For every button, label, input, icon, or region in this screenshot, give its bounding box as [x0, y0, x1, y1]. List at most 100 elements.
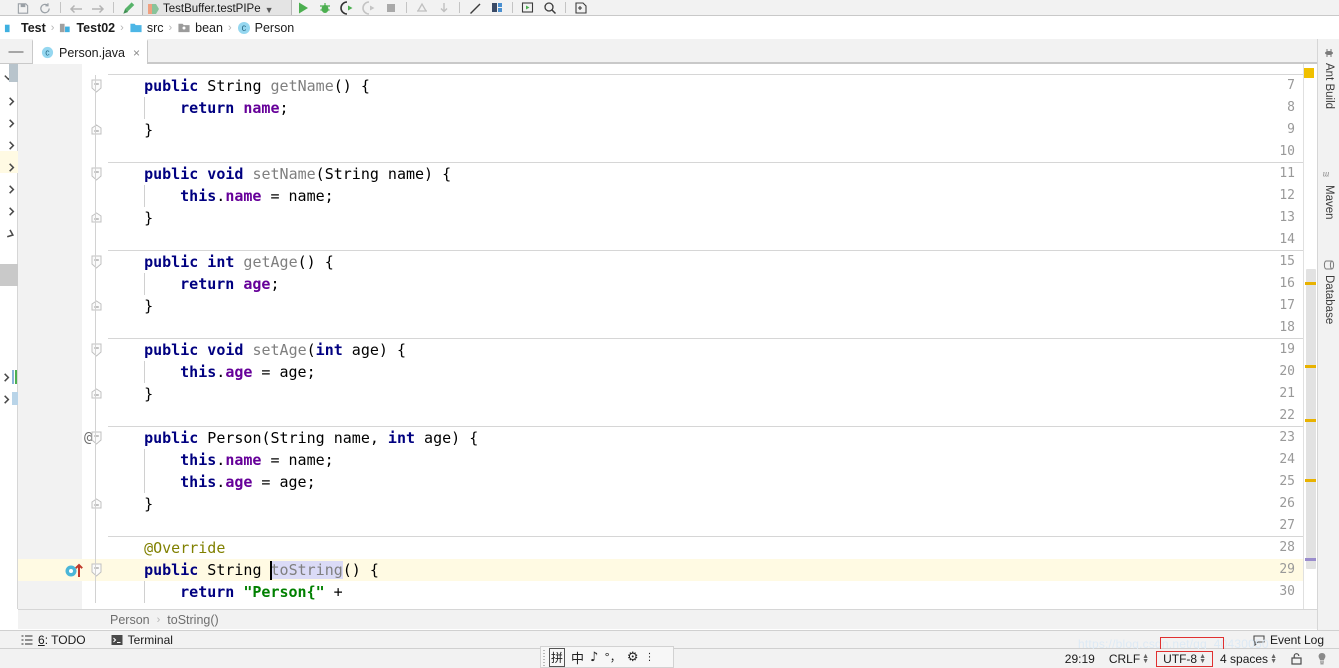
- sidebar-item-ant-build[interactable]: Ant Build: [1318, 45, 1339, 109]
- editor-marker-bar[interactable]: [1303, 64, 1316, 609]
- marker-warning[interactable]: [1305, 282, 1316, 285]
- breadcrumb-class[interactable]: Person: [110, 613, 150, 627]
- chevron-down-icon[interactable]: ▼: [265, 5, 274, 15]
- line-number[interactable]: 13: [1239, 207, 1295, 229]
- fold-close-icon[interactable]: [90, 295, 102, 317]
- spinner-icon[interactable]: ▲ ▼: [1199, 653, 1206, 665]
- line-number[interactable]: 11: [1239, 163, 1295, 185]
- code-line[interactable]: this.age = age;: [180, 471, 315, 493]
- code-line[interactable]: public Person(String name, int age) {: [144, 427, 478, 449]
- code-line[interactable]: public String toString() {: [144, 559, 379, 581]
- code-line[interactable]: this.name = name;: [180, 449, 334, 471]
- editor-tab-person-java[interactable]: C Person.java ×: [32, 39, 149, 64]
- line-number[interactable]: 27: [1239, 515, 1295, 537]
- spinner-icon[interactable]: ▲ ▼: [1142, 653, 1149, 665]
- fold-close-icon[interactable]: [90, 207, 102, 229]
- profile-icon[interactable]: [358, 0, 380, 15]
- breadcrumb-method[interactable]: toString(): [167, 613, 218, 627]
- search-icon[interactable]: [539, 0, 561, 15]
- line-number[interactable]: 23: [1239, 427, 1295, 449]
- close-icon[interactable]: ×: [133, 46, 140, 60]
- code-line[interactable]: @Override: [144, 537, 225, 559]
- file-encoding[interactable]: UTF-8 ▲ ▼: [1156, 650, 1214, 667]
- fold-open-icon[interactable]: [90, 75, 102, 97]
- fold-open-icon[interactable]: [90, 163, 102, 185]
- indent-setting[interactable]: 4 spaces ▲ ▼: [1213, 652, 1284, 666]
- code-line[interactable]: return "Person{" +: [180, 581, 343, 603]
- run-configuration-selector[interactable]: TestBuffer.testPIPe ▼: [142, 0, 292, 15]
- code-line[interactable]: this.name = name;: [180, 185, 334, 207]
- breadcrumb-item-module[interactable]: Test02: [57, 21, 117, 35]
- line-number[interactable]: 14: [1239, 229, 1295, 251]
- layout-icon[interactable]: [486, 0, 508, 15]
- fold-close-icon[interactable]: [90, 493, 102, 515]
- code-line[interactable]: }: [144, 493, 153, 515]
- toolwindow-button-terminal[interactable]: Terminal: [95, 630, 182, 649]
- toolwindow-button-event-log[interactable]: Event Log: [1244, 630, 1333, 649]
- run-anything-icon[interactable]: [517, 0, 539, 15]
- save-icon[interactable]: [12, 0, 34, 15]
- ime-pinyin-button[interactable]: 拼: [549, 647, 566, 667]
- sidebar-item-expand-4[interactable]: [0, 156, 18, 178]
- spinner-icon[interactable]: ▲ ▼: [1270, 653, 1277, 665]
- ime-chinese-mode-button[interactable]: 中: [571, 648, 584, 667]
- line-number[interactable]: 22: [1239, 405, 1295, 427]
- line-number[interactable]: 26: [1239, 493, 1295, 515]
- line-number[interactable]: 10: [1239, 141, 1295, 163]
- line-number[interactable]: 7: [1239, 75, 1295, 97]
- line-number[interactable]: 15: [1239, 251, 1295, 273]
- breadcrumb-item-src[interactable]: src: [127, 21, 166, 35]
- ime-moon-icon[interactable]: ♪: [590, 650, 598, 665]
- line-number[interactable]: 17: [1239, 295, 1295, 317]
- wrench-icon[interactable]: [118, 0, 140, 15]
- ime-punctuation-button[interactable]: °，: [604, 649, 621, 665]
- code-line[interactable]: }: [144, 383, 153, 405]
- editor-gutter[interactable]: [18, 64, 82, 609]
- forward-icon[interactable]: [87, 0, 109, 15]
- line-number[interactable]: 29: [1239, 559, 1295, 581]
- line-number[interactable]: 9: [1239, 119, 1295, 141]
- run-with-coverage-icon[interactable]: [336, 0, 358, 15]
- inspection-widget[interactable]: [1309, 652, 1335, 665]
- code-line[interactable]: return name;: [180, 97, 288, 119]
- sidebar-item-expand-7[interactable]: [0, 222, 18, 244]
- marker-warning[interactable]: [1305, 479, 1316, 482]
- debug-icon[interactable]: [314, 0, 336, 15]
- code-line[interactable]: public void setAge(int age) {: [144, 339, 406, 361]
- override-method-icon[interactable]: [64, 563, 88, 578]
- ide-pen-icon[interactable]: [464, 0, 486, 15]
- line-number[interactable]: 19: [1239, 339, 1295, 361]
- event-log-container[interactable]: Event Log: [1244, 630, 1339, 649]
- breadcrumb-item-project[interactable]: Test: [2, 21, 48, 35]
- line-number[interactable]: 12: [1239, 185, 1295, 207]
- sidebar-item-expand-2[interactable]: [0, 112, 18, 134]
- code-line[interactable]: return age;: [180, 273, 279, 295]
- sync-icon[interactable]: [34, 0, 56, 15]
- sidebar-item-maven[interactable]: m Maven: [1318, 167, 1339, 220]
- caret-position[interactable]: 29:19: [1058, 652, 1102, 666]
- fold-open-icon[interactable]: [90, 251, 102, 273]
- breadcrumb-item-package[interactable]: bean: [175, 21, 225, 35]
- gear-icon[interactable]: ⚙: [627, 650, 639, 665]
- back-icon[interactable]: [65, 0, 87, 15]
- line-number[interactable]: 18: [1239, 317, 1295, 339]
- code-line[interactable]: public String getName() {: [144, 75, 370, 97]
- readonly-toggle[interactable]: [1284, 652, 1309, 665]
- fold-open-icon[interactable]: [90, 559, 102, 581]
- line-number[interactable]: 8: [1239, 97, 1295, 119]
- line-number[interactable]: 21: [1239, 383, 1295, 405]
- inspection-status-indicator[interactable]: [1304, 68, 1314, 78]
- marker-caret[interactable]: [1305, 558, 1316, 561]
- fold-open-icon[interactable]: [90, 427, 102, 449]
- line-number[interactable]: 30: [1239, 581, 1295, 603]
- sidebar-item-expand-5[interactable]: [0, 178, 18, 200]
- line-number[interactable]: 20: [1239, 361, 1295, 383]
- ime-toolbar[interactable]: 拼 中 ♪ °， ⚙ ⋮: [540, 646, 674, 668]
- fold-close-icon[interactable]: [90, 383, 102, 405]
- code-line[interactable]: this.age = age;: [180, 361, 315, 383]
- line-number[interactable]: 28: [1239, 537, 1295, 559]
- ime-more-icon[interactable]: ⋮: [644, 652, 654, 663]
- code-line[interactable]: }: [144, 207, 153, 229]
- breadcrumb-item-class[interactable]: C Person: [235, 21, 297, 35]
- line-number[interactable]: 25: [1239, 471, 1295, 493]
